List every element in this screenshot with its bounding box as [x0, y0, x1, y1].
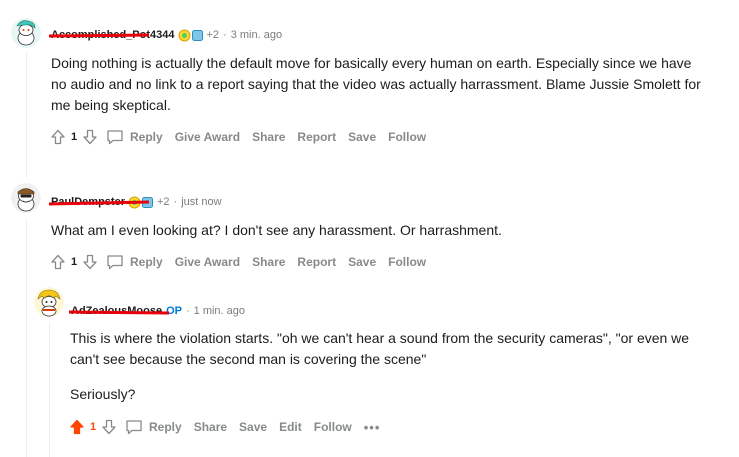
vote-score: 1 [89, 421, 97, 433]
upvote-button[interactable] [48, 252, 68, 272]
follow-button[interactable]: Follow [388, 255, 426, 269]
share-button[interactable]: Share [194, 420, 227, 434]
comment-body: Doing nothing is actually the default mo… [51, 53, 701, 116]
upvote-arrow-icon [51, 254, 65, 270]
thread-line[interactable] [26, 52, 27, 178]
downvote-arrow-icon [102, 419, 116, 435]
upvote-button[interactable] [67, 417, 87, 437]
vote-score: 1 [70, 256, 78, 268]
reply-button[interactable]: Reply [106, 254, 163, 270]
comment-bubble-icon [126, 420, 142, 435]
save-button[interactable]: Save [348, 255, 376, 269]
upvote-arrow-icon [70, 419, 84, 435]
award-count: +2 [206, 29, 220, 41]
reply-button[interactable]: Reply [125, 419, 182, 435]
follow-button[interactable]: Follow [388, 130, 426, 144]
share-button[interactable]: Share [252, 255, 285, 269]
comment-meta: PaulDempster +2 · just now [49, 196, 222, 209]
upvote-button[interactable] [48, 127, 68, 147]
save-button[interactable]: Save [348, 130, 376, 144]
share-button[interactable]: Share [252, 130, 285, 144]
snoo-avatar-icon [11, 18, 41, 48]
avatar[interactable] [34, 287, 64, 317]
give-award-button[interactable]: Give Award [175, 130, 240, 144]
vote-score: 1 [70, 131, 78, 143]
comment-paragraph: This is where the violation starts. "oh … [70, 330, 690, 367]
downvote-button[interactable] [80, 252, 100, 272]
award-icon[interactable] [178, 29, 191, 42]
comment-paragraph: What am I even looking at? I don't see a… [51, 222, 502, 238]
comment-body: This is where the violation starts. "oh … [70, 328, 720, 405]
comment-actions: 1 Reply Give Award Share Report Save Fol… [48, 126, 438, 148]
award-count: +2 [156, 196, 170, 208]
op-badge: OP [166, 305, 182, 317]
comment-paragraph: Doing nothing is actually the default mo… [51, 55, 701, 113]
follow-button[interactable]: Follow [314, 420, 352, 434]
username-link[interactable]: AdZealousMoose [69, 305, 169, 317]
reply-button[interactable]: Reply [106, 129, 163, 145]
thread-line[interactable] [49, 322, 50, 457]
more-options-button[interactable]: ••• [364, 420, 381, 435]
username-link[interactable]: PaulDempster [49, 196, 149, 208]
comment-body: What am I even looking at? I don't see a… [51, 220, 701, 241]
snoo-avatar-icon [34, 287, 64, 317]
comment-meta: Accomplished_Pot4344 +2 · 3 min. ago [49, 29, 283, 42]
downvote-button[interactable] [80, 127, 100, 147]
comment-actions: 1 Reply Share Save Edit Follow ••• [67, 416, 392, 438]
comment-paragraph: Seriously? [70, 386, 136, 402]
award-icon[interactable] [141, 196, 154, 209]
timestamp[interactable]: 3 min. ago [231, 29, 282, 41]
give-award-button[interactable]: Give Award [175, 255, 240, 269]
timestamp[interactable]: just now [181, 196, 221, 208]
comment-actions: 1 Reply Give Award Share Report Save Fol… [48, 251, 438, 273]
report-button[interactable]: Report [297, 130, 336, 144]
downvote-button[interactable] [99, 417, 119, 437]
comment-bubble-icon [107, 255, 123, 270]
thread-line[interactable] [26, 218, 27, 457]
downvote-arrow-icon [83, 254, 97, 270]
snoo-avatar-icon [11, 183, 41, 213]
save-button[interactable]: Save [239, 420, 267, 434]
avatar[interactable] [11, 183, 41, 213]
award-icon[interactable] [128, 196, 141, 209]
report-button[interactable]: Report [297, 255, 336, 269]
comment-meta: AdZealousMoose OP · 1 min. ago [69, 305, 246, 317]
avatar[interactable] [11, 18, 41, 48]
username-link[interactable]: Accomplished_Pot4344 [49, 29, 175, 41]
timestamp[interactable]: 1 min. ago [194, 305, 245, 317]
downvote-arrow-icon [83, 129, 97, 145]
edit-button[interactable]: Edit [279, 420, 302, 434]
upvote-arrow-icon [51, 129, 65, 145]
comment-bubble-icon [107, 130, 123, 145]
award-icon[interactable] [191, 29, 204, 42]
